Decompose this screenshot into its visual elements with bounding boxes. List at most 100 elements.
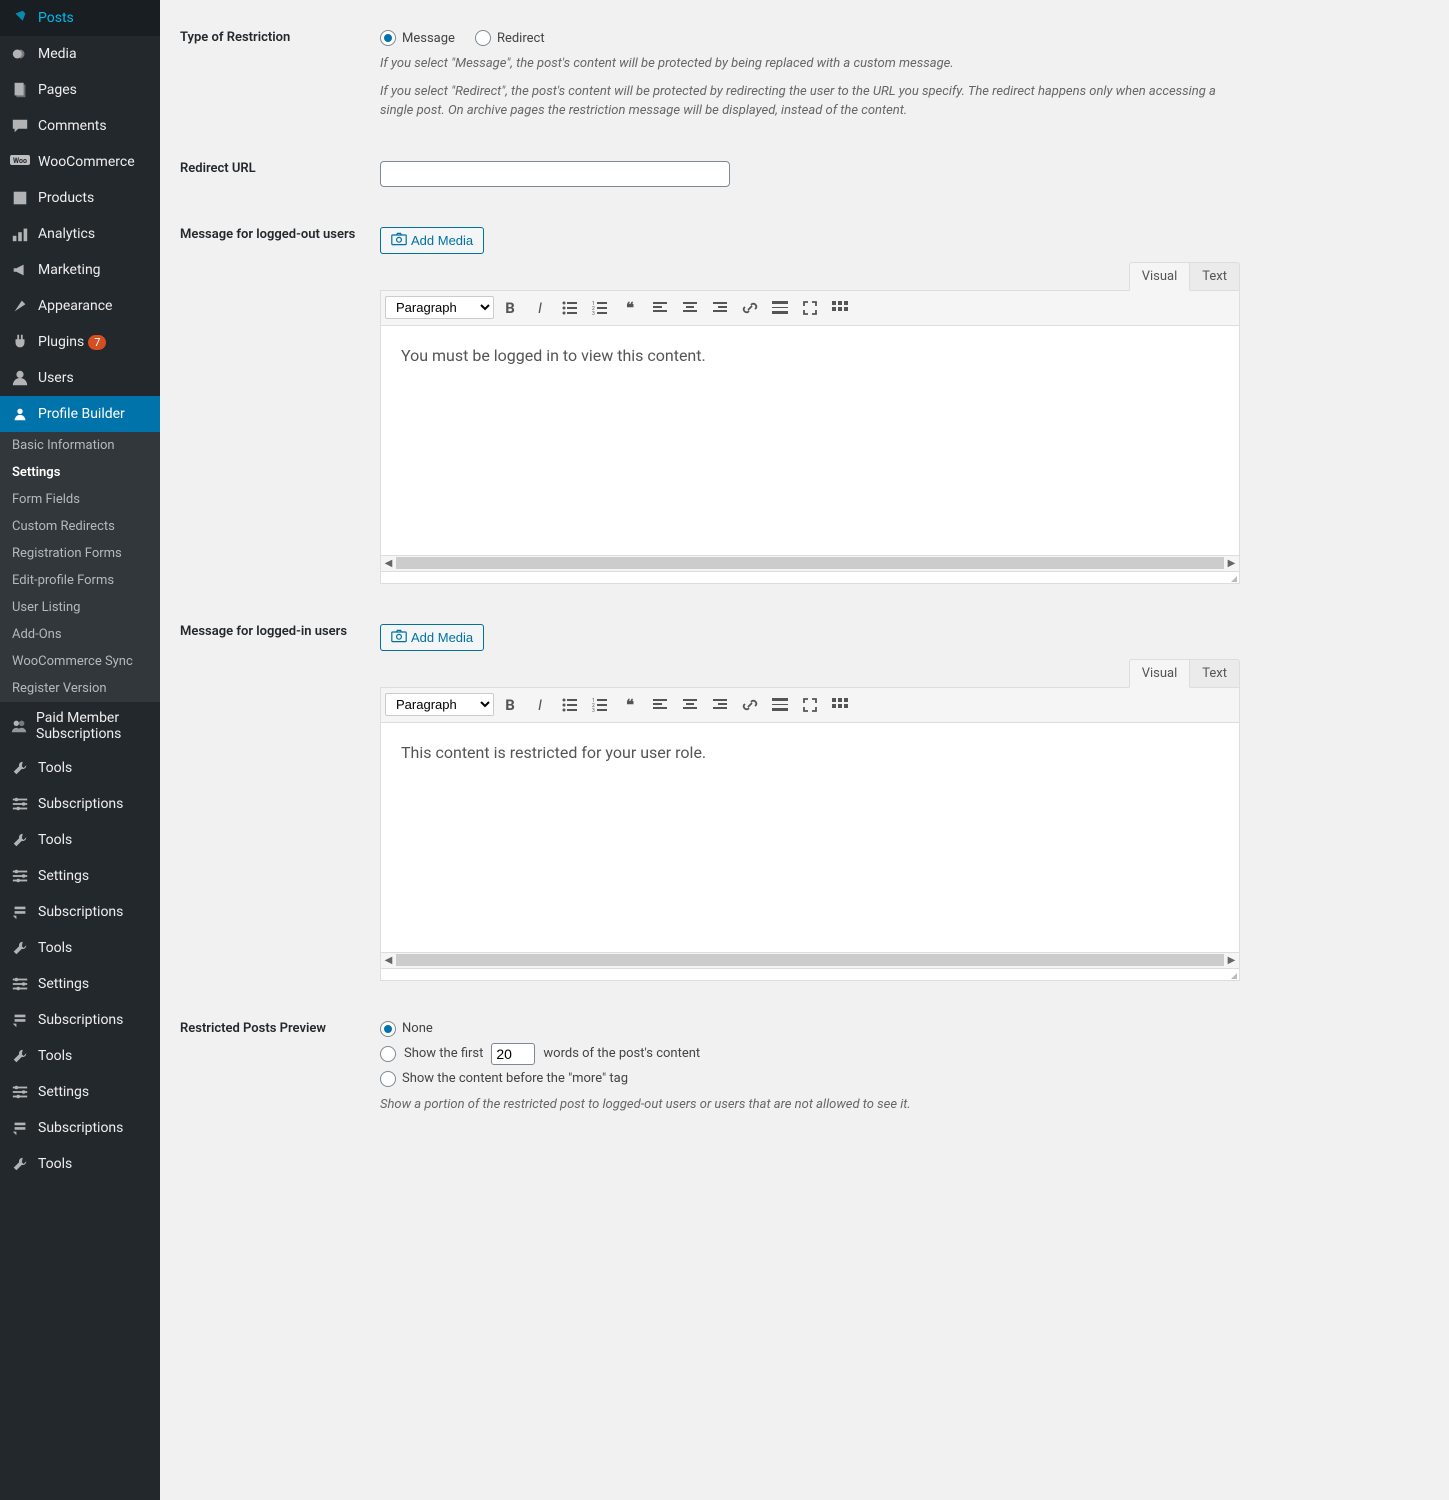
align-left-icon[interactable] <box>646 692 674 718</box>
align-left-icon[interactable] <box>646 295 674 321</box>
help-text: If you select "Redirect", the post's con… <box>380 82 1240 121</box>
tab-text[interactable]: Text <box>1190 262 1240 291</box>
sidebar-item-tools[interactable]: Tools <box>0 822 160 858</box>
sidebar-item-paid-member-subscriptions[interactable]: Paid Member Subscriptions <box>0 702 160 750</box>
bullet-list-icon[interactable] <box>556 295 584 321</box>
tab-visual[interactable]: Visual <box>1129 659 1191 688</box>
sidebar-item-label: Tools <box>38 832 72 848</box>
align-right-icon[interactable] <box>706 295 734 321</box>
add-media-button[interactable]: Add Media <box>380 624 484 651</box>
preview-first-text-a: Show the first <box>404 1046 483 1061</box>
sidebar-item-label: Pages <box>38 82 77 98</box>
scroll-right-icon[interactable]: ▶ <box>1224 953 1239 967</box>
radio-preview-more[interactable]: Show the content before the "more" tag <box>380 1071 628 1087</box>
toolbar-toggle-icon[interactable] <box>826 692 854 718</box>
align-right-icon[interactable] <box>706 692 734 718</box>
editor-scrollbar[interactable]: ◀ ▶ <box>380 556 1240 572</box>
sidebar-item-settings[interactable]: Settings <box>0 1074 160 1110</box>
read-more-icon[interactable] <box>766 295 794 321</box>
submenu-item-register-version[interactable]: Register Version <box>0 675 160 702</box>
numbered-list-icon[interactable]: 123 <box>586 692 614 718</box>
editor-resize-handle[interactable] <box>380 572 1240 584</box>
submenu-item-custom-redirects[interactable]: Custom Redirects <box>0 513 160 540</box>
numbered-list-icon[interactable]: 123 <box>586 295 614 321</box>
sidebar-item-subscriptions[interactable]: Subscriptions <box>0 894 160 930</box>
italic-icon[interactable]: I <box>526 295 554 321</box>
sidebar-item-comments[interactable]: Comments <box>0 108 160 144</box>
sidebar-item-tools[interactable]: Tools <box>0 750 160 786</box>
italic-icon[interactable]: I <box>526 692 554 718</box>
submenu-item-form-fields[interactable]: Form Fields <box>0 486 160 513</box>
sidebar-item-analytics[interactable]: Analytics <box>0 216 160 252</box>
editor-resize-handle[interactable] <box>380 969 1240 981</box>
align-center-icon[interactable] <box>676 295 704 321</box>
submenu-item-settings[interactable]: Settings <box>0 459 160 486</box>
page-icon <box>10 80 30 100</box>
align-center-icon[interactable] <box>676 692 704 718</box>
sidebar-item-media[interactable]: Media <box>0 36 160 72</box>
fullscreen-icon[interactable] <box>796 692 824 718</box>
link-icon[interactable] <box>736 692 764 718</box>
submenu-item-edit-profile-forms[interactable]: Edit-profile Forms <box>0 567 160 594</box>
tab-visual[interactable]: Visual <box>1129 262 1191 291</box>
format-select[interactable]: Paragraph <box>385 693 494 716</box>
scroll-left-icon[interactable]: ◀ <box>381 556 396 570</box>
sidebar-item-label: Media <box>38 46 77 62</box>
sidebar-item-posts[interactable]: Posts <box>0 0 160 36</box>
tab-text[interactable]: Text <box>1190 659 1240 688</box>
submenu-item-woocommerce-sync[interactable]: WooCommerce Sync <box>0 648 160 675</box>
read-more-icon[interactable] <box>766 692 794 718</box>
sidebar-item-appearance[interactable]: Appearance <box>0 288 160 324</box>
scroll-left-icon[interactable]: ◀ <box>381 953 396 967</box>
preview-first-text-b: words of the post's content <box>543 1046 700 1061</box>
sidebar-item-products[interactable]: Products <box>0 180 160 216</box>
submenu-item-add-ons[interactable]: Add-Ons <box>0 621 160 648</box>
add-media-button[interactable]: Add Media <box>380 227 484 254</box>
sidebar-item-tools[interactable]: Tools <box>0 930 160 966</box>
svg-text:3: 3 <box>592 708 595 712</box>
submenu-item-basic-information[interactable]: Basic Information <box>0 432 160 459</box>
sidebar-item-plugins[interactable]: Plugins7 <box>0 324 160 360</box>
bold-icon[interactable]: B <box>496 692 524 718</box>
editor-body[interactable]: You must be logged in to view this conte… <box>380 326 1240 556</box>
link-icon[interactable] <box>736 295 764 321</box>
quote-icon[interactable]: ❝ <box>616 295 644 321</box>
radio-preview-none[interactable]: None <box>380 1021 433 1037</box>
sidebar-item-settings[interactable]: Settings <box>0 966 160 1002</box>
sidebar-item-label: Tools <box>38 1048 72 1064</box>
sidebar-item-subscriptions[interactable]: Subscriptions <box>0 1002 160 1038</box>
toolbar-toggle-icon[interactable] <box>826 295 854 321</box>
format-select[interactable]: Paragraph <box>385 296 494 319</box>
editor-body[interactable]: This content is restricted for your user… <box>380 723 1240 953</box>
sidebar-item-subscriptions[interactable]: Subscriptions <box>0 786 160 822</box>
sidebar-item-tools[interactable]: Tools <box>0 1038 160 1074</box>
preview-words-input[interactable] <box>491 1043 535 1065</box>
sidebar-item-label: Comments <box>38 118 107 134</box>
bold-icon[interactable]: B <box>496 295 524 321</box>
radio-icon <box>475 30 491 46</box>
sidebar-item-settings[interactable]: Settings <box>0 858 160 894</box>
editor-scrollbar[interactable]: ◀ ▶ <box>380 953 1240 969</box>
sidebar-item-marketing[interactable]: Marketing <box>0 252 160 288</box>
fullscreen-icon[interactable] <box>796 295 824 321</box>
bullet-list-icon[interactable] <box>556 692 584 718</box>
sidebar-item-users[interactable]: Users <box>0 360 160 396</box>
radio-more-label: Show the content before the "more" tag <box>402 1071 628 1086</box>
sidebar-item-profile-builder[interactable]: Profile Builder <box>0 396 160 432</box>
scroll-right-icon[interactable]: ▶ <box>1224 556 1239 570</box>
submenu-item-registration-forms[interactable]: Registration Forms <box>0 540 160 567</box>
quote-icon[interactable]: ❝ <box>616 692 644 718</box>
sidebar-item-label: Subscriptions <box>38 1120 123 1136</box>
settings-icon <box>10 866 30 886</box>
radio-preview-first[interactable] <box>380 1046 396 1062</box>
sidebar-item-pages[interactable]: Pages <box>0 72 160 108</box>
sidebar-item-tools[interactable]: Tools <box>0 1146 160 1182</box>
sidebar-item-subscriptions[interactable]: Subscriptions <box>0 1110 160 1146</box>
radio-message[interactable]: Message <box>380 30 455 46</box>
sidebar-item-label: Tools <box>38 1156 72 1172</box>
sidebar-item-woocommerce[interactable]: WooWooCommerce <box>0 144 160 180</box>
submenu-item-user-listing[interactable]: User Listing <box>0 594 160 621</box>
redirect-url-input[interactable] <box>380 161 730 187</box>
radio-redirect[interactable]: Redirect <box>475 30 545 46</box>
sidebar-item-label: Settings <box>38 976 89 992</box>
